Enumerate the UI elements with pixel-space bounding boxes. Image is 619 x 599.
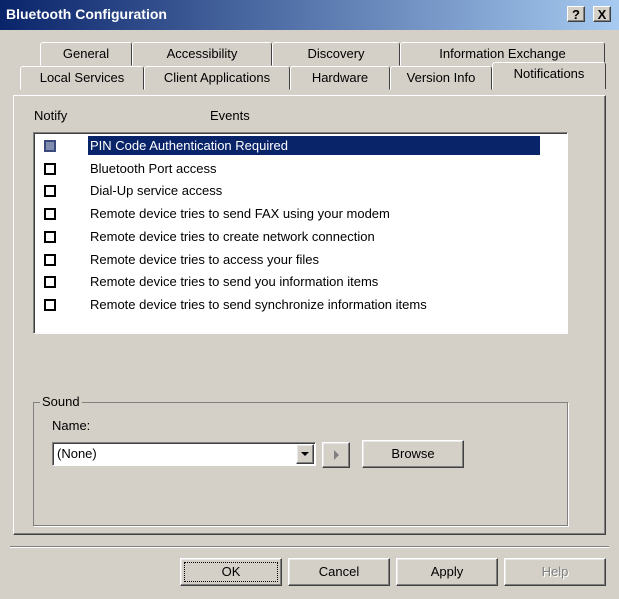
events-column-header: Events (210, 108, 250, 123)
play-sound-button[interactable] (322, 442, 350, 468)
apply-button[interactable]: Apply (396, 558, 498, 586)
title-bar: Bluetooth Configuration ? X (0, 0, 619, 30)
list-item[interactable]: Bluetooth Port access (34, 158, 564, 180)
notify-checkbox[interactable] (44, 254, 56, 266)
tab-local-services[interactable]: Local Services (20, 66, 144, 90)
sound-name-value: (None) (57, 446, 97, 461)
notify-checkbox[interactable] (44, 208, 56, 220)
list-item[interactable]: Dial-Up service access (34, 180, 564, 202)
notify-checkbox[interactable] (44, 185, 56, 197)
notify-checkbox[interactable] (44, 231, 56, 243)
event-label: Dial-Up service access (90, 183, 223, 198)
notify-checkbox[interactable] (44, 140, 56, 152)
tab-general[interactable]: General (40, 42, 132, 66)
cancel-button[interactable]: Cancel (288, 558, 390, 586)
notify-checkbox[interactable] (44, 276, 56, 288)
notify-column-header: Notify (34, 108, 68, 123)
tab-client-applications[interactable]: Client Applications (144, 66, 290, 90)
tab-notifications[interactable]: Notifications (492, 62, 606, 89)
close-title-button[interactable]: X (593, 6, 611, 22)
event-label: PIN Code Authentication Required (88, 136, 540, 155)
event-label: Remote device tries to create network co… (90, 229, 375, 244)
sound-name-label: Name: (52, 418, 91, 433)
list-item[interactable]: PIN Code Authentication Required (34, 135, 564, 157)
list-item[interactable]: Remote device tries to access your files (34, 249, 564, 271)
notify-checkbox[interactable] (44, 163, 56, 175)
sound-group-title: Sound (40, 394, 82, 409)
play-icon (334, 450, 339, 460)
list-item[interactable]: Remote device tries to create network co… (34, 226, 564, 248)
event-label: Remote device tries to access your files (90, 252, 320, 267)
tab-hardware[interactable]: Hardware (290, 66, 390, 90)
tab-accessibility[interactable]: Accessibility (132, 42, 272, 66)
separator (10, 546, 609, 548)
sound-name-select[interactable]: (None) (52, 442, 316, 466)
event-label: Remote device tries to send you informat… (90, 274, 379, 289)
notify-checkbox[interactable] (44, 299, 56, 311)
event-label: Remote device tries to send FAX using yo… (90, 206, 390, 221)
tab-discovery[interactable]: Discovery (272, 42, 400, 66)
window-title: Bluetooth Configuration (6, 6, 167, 22)
list-item[interactable]: Remote device tries to send you informat… (34, 271, 564, 293)
chevron-down-icon (301, 452, 309, 456)
list-item[interactable]: Remote device tries to send synchronize … (34, 294, 564, 316)
tab-version-info[interactable]: Version Info (390, 66, 492, 90)
browse-button[interactable]: Browse (362, 440, 464, 468)
dropdown-arrow-button[interactable] (296, 444, 314, 464)
event-label: Bluetooth Port access (90, 161, 217, 176)
help-title-button[interactable]: ? (567, 6, 585, 22)
help-button[interactable]: Help (504, 558, 606, 586)
ok-button[interactable]: OK (180, 558, 282, 586)
events-list[interactable]: PIN Code Authentication Required Bluetoo… (33, 132, 568, 334)
event-label: Remote device tries to send synchronize … (90, 297, 427, 312)
list-item[interactable]: Remote device tries to send FAX using yo… (34, 203, 564, 225)
